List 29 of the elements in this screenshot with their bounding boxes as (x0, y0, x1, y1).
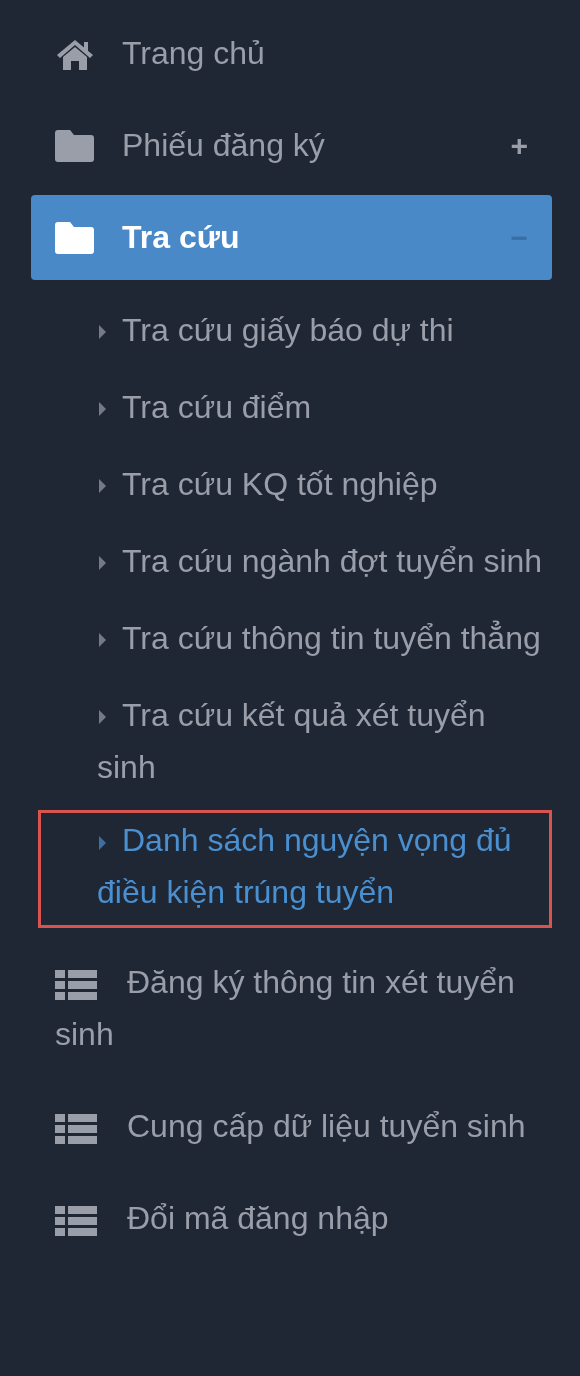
menu-item[interactable]: Cung cấp dữ liệu tuyển sinh (31, 1080, 552, 1172)
submenu-link[interactable]: Tra cứu điểm (31, 368, 552, 445)
caret-icon (99, 402, 106, 417)
menu-item[interactable]: Đổi mã đăng nhập (31, 1172, 552, 1264)
folder-icon (55, 129, 95, 162)
menu-label: Phiếu đăng ký (122, 127, 326, 164)
caret-icon (99, 325, 106, 340)
list-icon (55, 969, 97, 1000)
caret-icon (99, 479, 106, 494)
submenu-link[interactable]: Tra cứu ngành đợt tuyển sinh (31, 522, 552, 599)
menu-item[interactable]: Phiếu đăng ký + (31, 103, 552, 188)
folder-icon (55, 221, 95, 254)
menu-label: Trang chủ (122, 35, 266, 72)
menu-label: Tra cứu (122, 219, 241, 256)
caret-icon (99, 556, 106, 571)
caret-icon (99, 710, 106, 725)
submenu-link[interactable]: Danh sách nguyện vọng đủ điều kiện trúng tuyển (97, 814, 549, 918)
menu-item[interactable]: Tra cứu − (31, 195, 552, 280)
menu-item[interactable]: Trang chủ (31, 11, 552, 96)
submenu-link[interactable]: Tra cứu KQ tốt nghiệp (31, 445, 552, 522)
list-icon (55, 1205, 97, 1236)
caret-icon (99, 835, 106, 850)
submenu-link[interactable]: Tra cứu thông tin tuyển thẳng (31, 599, 552, 676)
submenu-link[interactable]: Tra cứu giấy báo dự thi (31, 291, 552, 368)
list-icon (55, 1113, 97, 1144)
submenu-link[interactable]: Tra cứu kết quả xét tuyển sinh (31, 676, 552, 805)
expand-toggle[interactable]: + (510, 128, 528, 163)
caret-icon (99, 633, 106, 648)
menu-item[interactable]: Đăng ký thông tin xét tuyển sinh (31, 936, 552, 1080)
